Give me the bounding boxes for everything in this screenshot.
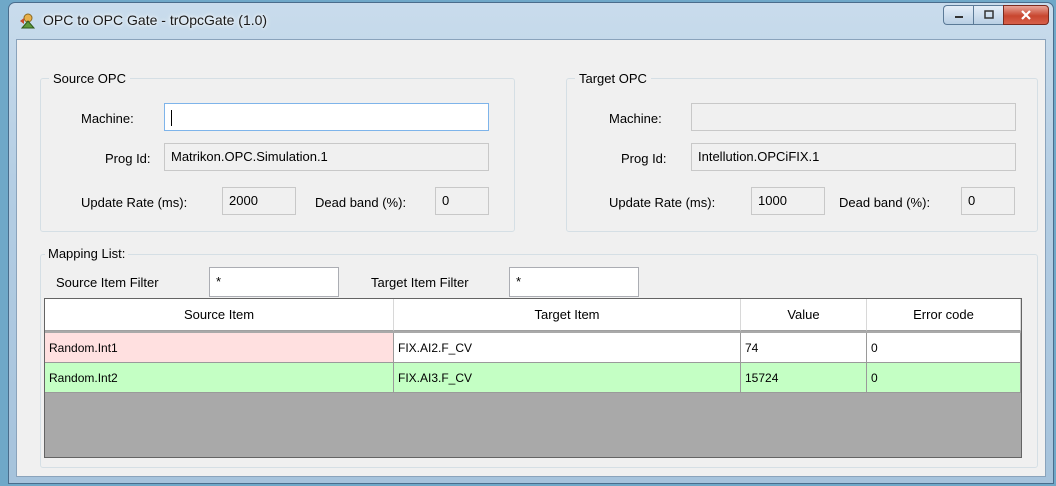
source-progid-label: Prog Id: (105, 151, 151, 166)
target-rate-label: Update Rate (ms): (609, 195, 716, 210)
cell-value[interactable]: 15724 (741, 363, 867, 393)
source-machine-label: Machine: (81, 111, 134, 126)
grid-header: Source Item Target Item Value Error code (45, 299, 1021, 331)
source-filter-label: Source Item Filter (56, 275, 159, 290)
target-progid-label: Prog Id: (621, 151, 667, 166)
column-header-source-item[interactable]: Source Item (45, 299, 394, 331)
source-opc-group: Source OPC Machine: Prog Id: Matrikon.OP… (40, 71, 515, 232)
target-progid-field[interactable]: Intellution.OPCiFIX.1 (691, 143, 1016, 171)
close-icon (1021, 10, 1031, 20)
source-rate-field[interactable]: 2000 (222, 187, 296, 215)
text-caret (171, 109, 172, 126)
target-rate-field[interactable]: 1000 (751, 187, 825, 215)
source-machine-input[interactable] (164, 103, 489, 131)
caption-buttons (943, 5, 1049, 27)
maximize-button[interactable] (973, 5, 1003, 25)
target-machine-label: Machine: (609, 111, 662, 126)
cell-target-item[interactable]: FIX.AI3.F_CV (394, 363, 741, 393)
column-header-value[interactable]: Value (741, 299, 867, 331)
source-rate-label: Update Rate (ms): (81, 195, 188, 210)
minimize-icon (954, 16, 963, 18)
source-progid-field[interactable]: Matrikon.OPC.Simulation.1 (164, 143, 489, 171)
source-opc-legend: Source OPC (49, 71, 130, 86)
column-header-error-code[interactable]: Error code (867, 299, 1021, 331)
target-filter-label: Target Item Filter (371, 275, 469, 290)
source-filter-input[interactable]: * (209, 267, 339, 297)
target-opc-group: Target OPC Machine: Prog Id: Intellution… (566, 71, 1038, 232)
source-deadband-label: Dead band (%): (315, 195, 407, 210)
target-machine-field[interactable] (691, 103, 1016, 131)
target-opc-legend: Target OPC (575, 71, 651, 86)
target-deadband-label: Dead band (%): (839, 195, 931, 210)
minimize-button[interactable] (943, 5, 973, 25)
maximize-icon (983, 10, 994, 19)
table-row[interactable]: Random.Int1 FIX.AI2.F_CV 74 0 (45, 333, 1021, 363)
close-button[interactable] (1003, 5, 1049, 25)
cell-error-code[interactable]: 0 (867, 333, 1021, 363)
mapping-list-legend: Mapping List: (45, 246, 129, 261)
source-deadband-field[interactable]: 0 (435, 187, 489, 215)
cell-source-item[interactable]: Random.Int2 (45, 363, 394, 393)
table-row[interactable]: Random.Int2 FIX.AI3.F_CV 15724 0 (45, 363, 1021, 393)
target-deadband-field[interactable]: 0 (961, 187, 1015, 215)
window-title: OPC to OPC Gate - trOpcGate (1.0) (43, 12, 268, 28)
column-header-target-item[interactable]: Target Item (394, 299, 741, 331)
mapping-grid[interactable]: Source Item Target Item Value Error code… (44, 298, 1022, 458)
app-icon (20, 13, 36, 29)
cell-value[interactable]: 74 (741, 333, 867, 363)
cell-error-code[interactable]: 0 (867, 363, 1021, 393)
cell-source-item[interactable]: Random.Int1 (45, 333, 394, 363)
title-bar[interactable]: OPC to OPC Gate - trOpcGate (1.0) (9, 3, 1053, 37)
cell-target-item[interactable]: FIX.AI2.F_CV (394, 333, 741, 363)
target-filter-input[interactable]: * (509, 267, 639, 297)
